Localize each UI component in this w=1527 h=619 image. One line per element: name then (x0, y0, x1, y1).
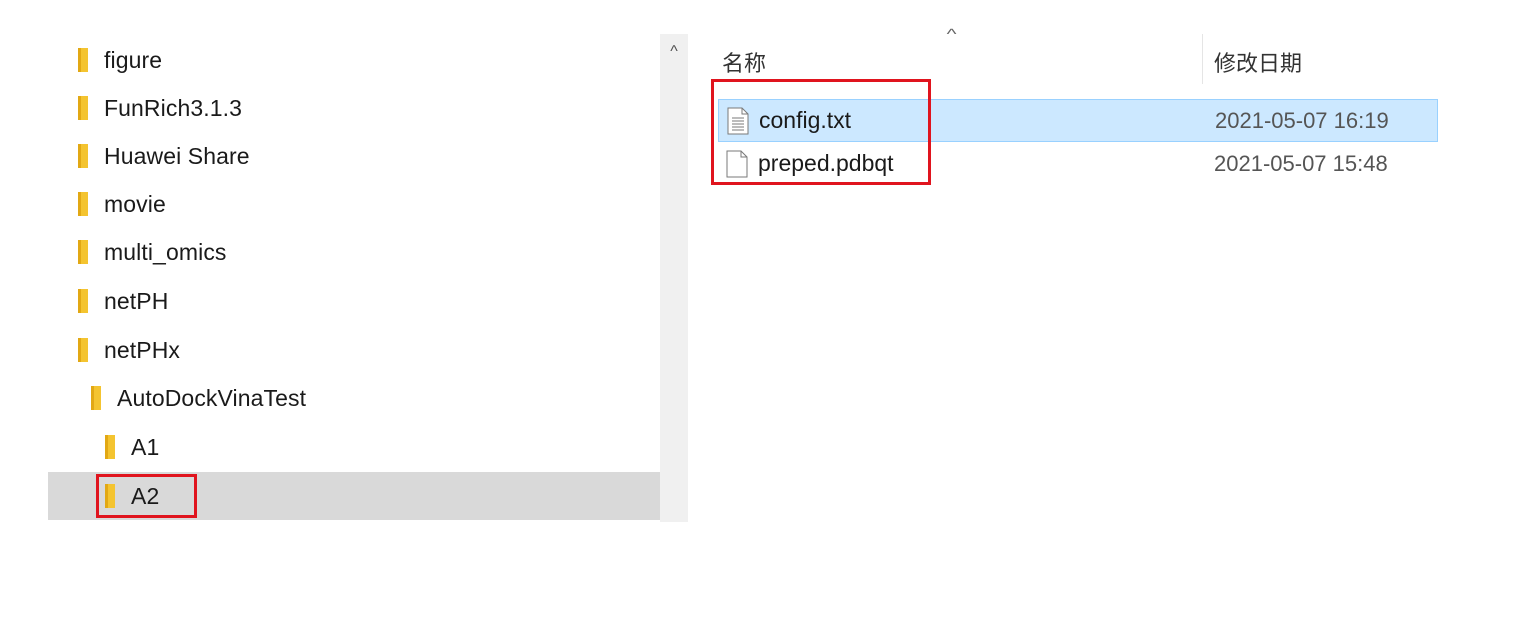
nav-folder-funrich[interactable]: FunRich3.1.3 (48, 84, 660, 132)
blank-file-icon (726, 150, 748, 178)
file-explorer-window: figure FunRich3.1.3 Huawei Share movie m (0, 0, 1527, 619)
file-list-pane: ^ 名称 修改日期 config.txt 2021-05-07 16:19 pr… (690, 0, 1450, 619)
column-header-date-modified[interactable]: 修改日期 (1214, 46, 1302, 78)
text-file-icon (727, 107, 749, 135)
nav-folder-a1[interactable]: A1 (48, 423, 660, 471)
nav-folder-movie[interactable]: movie (48, 180, 660, 228)
nav-item-label: AutoDockVinaTest (117, 384, 307, 411)
file-name: config.txt (759, 107, 852, 133)
file-row-preped-pdbqt[interactable]: preped.pdbqt 2021-05-07 15:48 (718, 142, 1438, 185)
nav-item-label: netPH (104, 287, 169, 314)
file-name: preped.pdbqt (758, 150, 894, 176)
nav-folder-multi-omics[interactable]: multi_omics (48, 228, 660, 276)
nav-folder-a2[interactable]: A2 (48, 472, 660, 520)
folder-icon (89, 385, 103, 411)
file-date-modified: 2021-05-07 16:19 (1215, 107, 1389, 133)
nav-item-label: FunRich3.1.3 (104, 94, 242, 121)
folder-icon (76, 143, 90, 169)
nav-item-label: Huawei Share (104, 142, 250, 169)
folder-icon (103, 483, 117, 509)
nav-item-label: netPHx (104, 336, 181, 363)
scroll-up-arrow-icon[interactable]: ^ (660, 40, 688, 64)
nav-folder-netph[interactable]: netPH (48, 277, 660, 325)
nav-folder-netphx[interactable]: netPHx (48, 326, 660, 374)
folder-icon (76, 239, 90, 265)
nav-folder-huawei-share[interactable]: Huawei Share (48, 132, 660, 180)
column-divider[interactable] (1202, 34, 1203, 84)
nav-item-label: movie (104, 190, 166, 217)
folder-icon (103, 434, 117, 460)
nav-folder-autodockvinatest[interactable]: AutoDockVinaTest (48, 374, 660, 422)
nav-item-label: A2 (131, 482, 160, 509)
folder-icon (76, 191, 90, 217)
nav-item-label: multi_omics (104, 238, 227, 265)
nav-scrollbar[interactable]: ^ (660, 34, 688, 522)
file-date-modified: 2021-05-07 15:48 (1214, 150, 1388, 176)
folder-icon (76, 47, 90, 73)
sort-ascending-icon: ^ (946, 26, 957, 43)
nav-item-label: figure (104, 46, 163, 73)
column-header-name[interactable]: 名称 (722, 46, 766, 78)
folder-icon (76, 288, 90, 314)
nav-folder-figure[interactable]: figure (48, 36, 660, 84)
nav-item-label: A1 (131, 433, 160, 460)
file-row-config-txt[interactable]: config.txt 2021-05-07 16:19 (718, 99, 1438, 142)
folder-icon (76, 95, 90, 121)
navigation-pane: figure FunRich3.1.3 Huawei Share movie m (48, 34, 660, 522)
folder-icon (76, 337, 90, 363)
